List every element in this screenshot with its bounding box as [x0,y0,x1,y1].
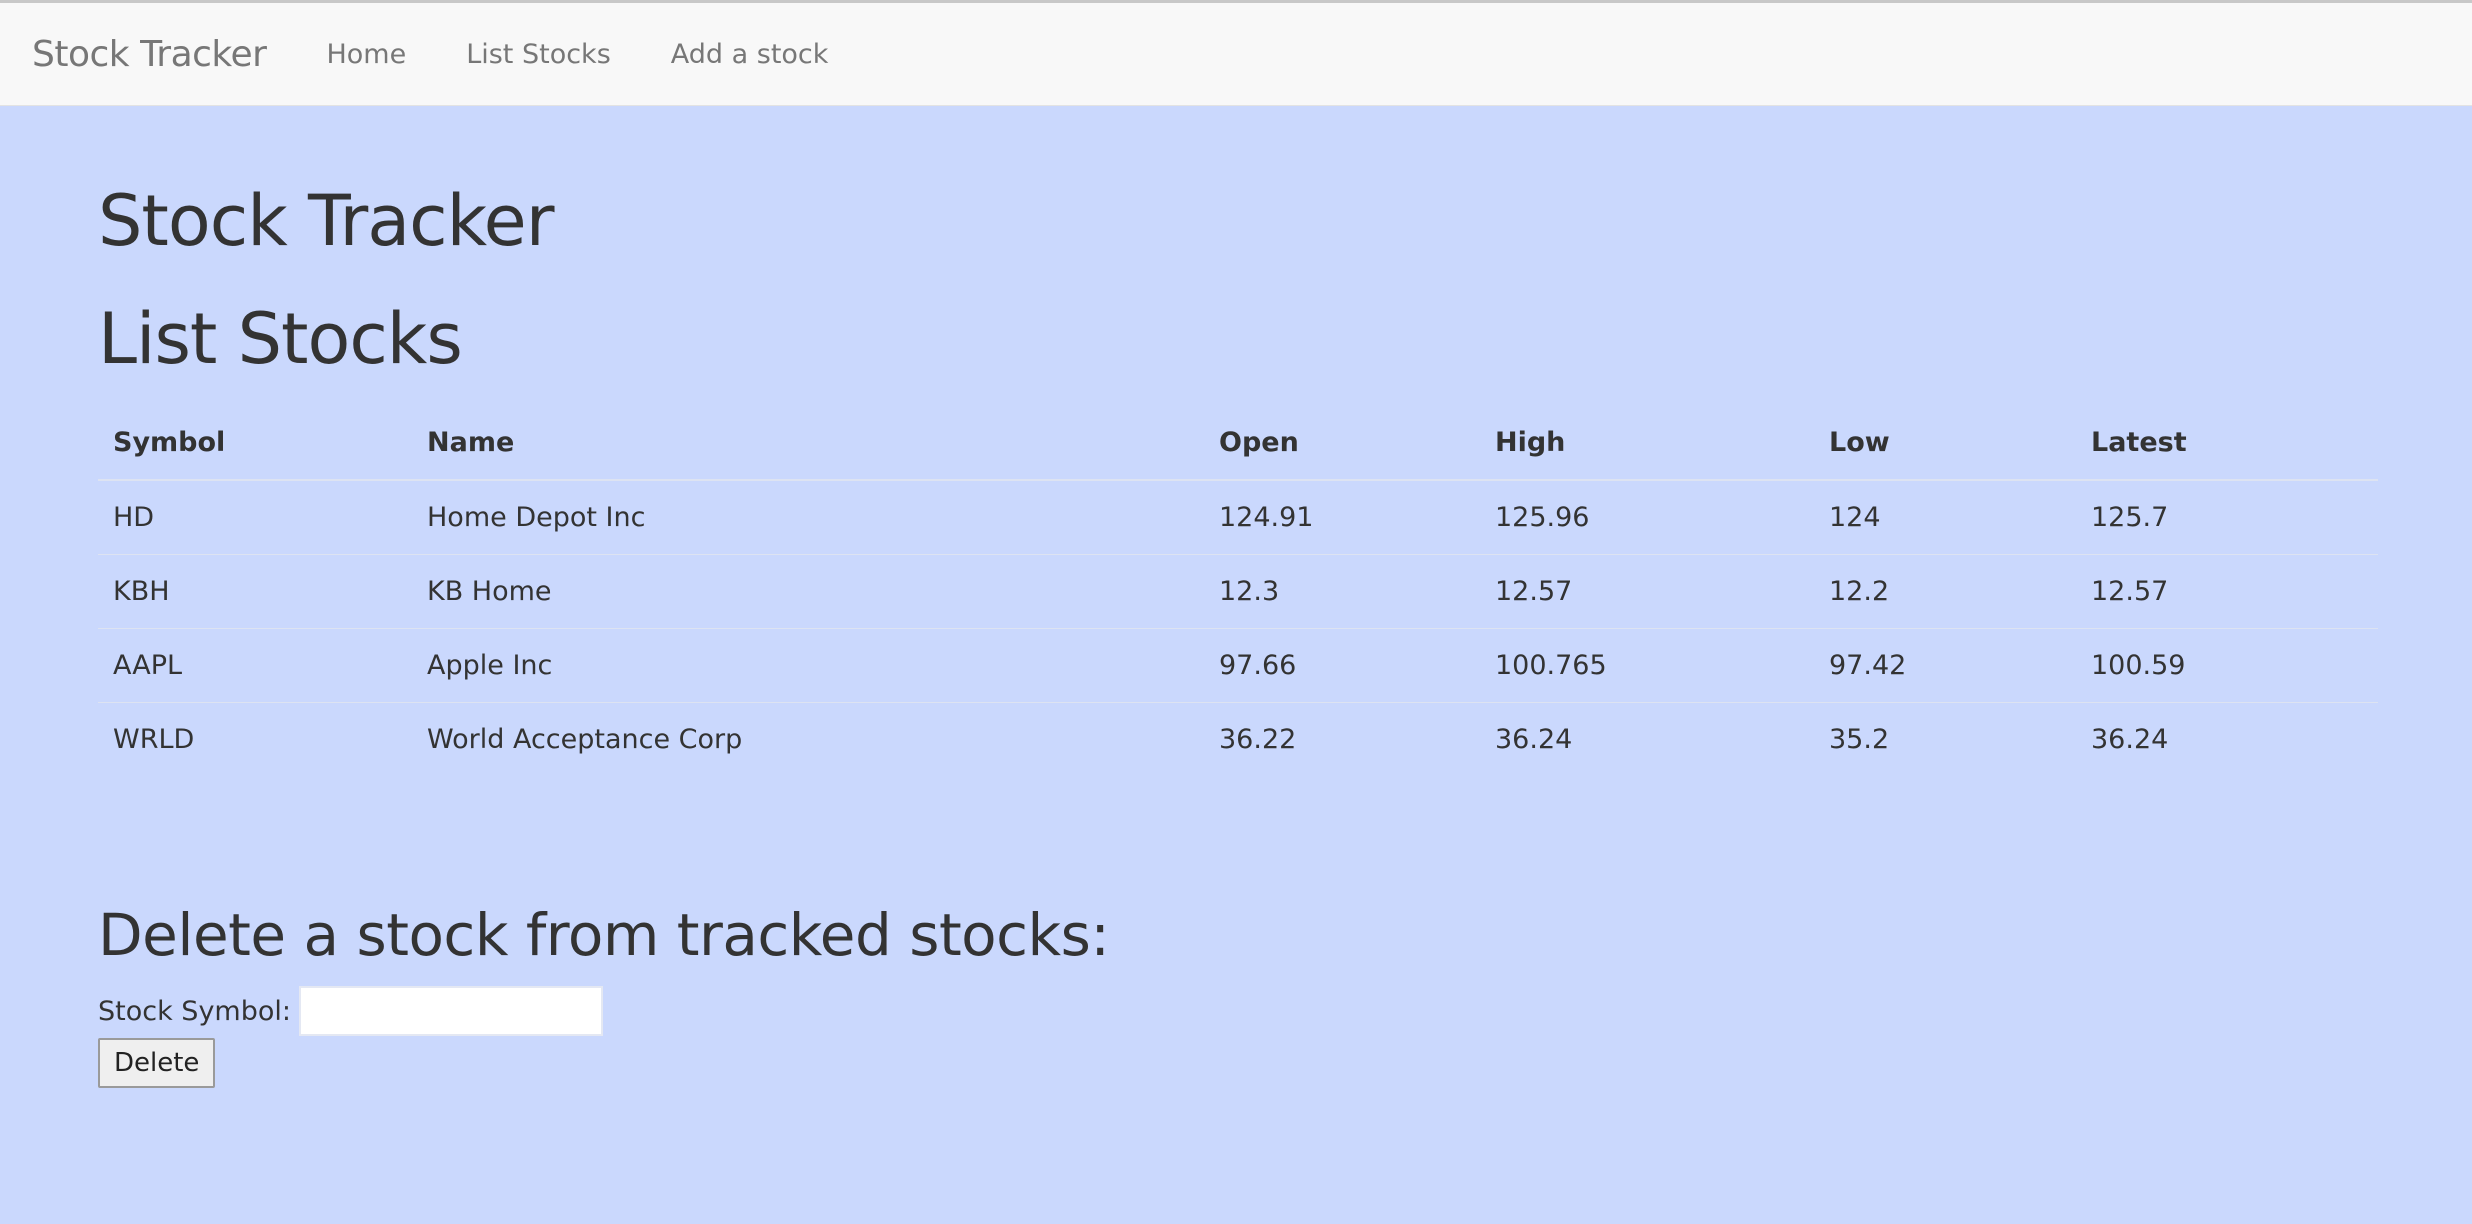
main-content: Stock Tracker List Stocks Symbol Name Op… [98,106,2378,1088]
stock-symbol-label: Stock Symbol: [98,995,291,1027]
cell-open: 12.3 [1204,553,1480,628]
column-header-symbol: Symbol [98,406,412,481]
cell-symbol: AAPL [98,627,412,702]
table-row: HD Home Depot Inc 124.91 125.96 124 125.… [98,480,2378,554]
delete-form-heading: Delete a stock from tracked stocks: [98,901,1110,969]
cell-symbol: HD [113,501,155,533]
cell-open: 36.22 [1204,701,1480,776]
cell-high: 36.24 [1480,701,1814,776]
cell-low: 12.2 [1814,553,2076,628]
cell-latest: 12.57 [2076,553,2378,628]
column-header-latest: Latest [2076,406,2378,481]
table-header-row: Symbol Name Open High Low Latest [98,406,2378,481]
column-header-name: Name [412,406,1204,481]
page-title: List Stocks [98,298,463,380]
delete-form: Stock Symbol: [98,986,2378,1036]
table-row: KBH KB Home 12.3 12.57 12.2 12.57 [98,553,2378,628]
cell-latest: 100.59 [2076,627,2378,702]
cell-latest: 125.7 [2091,501,2169,533]
column-header-high: High [1480,406,1814,481]
cell-name: KB Home [412,553,1204,628]
cell-name: Apple Inc [412,627,1204,702]
nav-link-home[interactable]: Home [326,39,406,70]
table-row: WRLD World Acceptance Corp 36.22 36.24 3… [98,701,2378,776]
cell-name: Home Depot Inc [427,501,646,533]
cell-open: 124.91 [1219,501,1314,533]
nav-links: Home List Stocks Add a stock [296,39,858,70]
table-row: AAPL Apple Inc 97.66 100.765 97.42 100.5… [98,627,2378,702]
cell-open: 97.66 [1204,627,1480,702]
nav-link-list-stocks[interactable]: List Stocks [466,39,611,70]
cell-low: 124 [1829,501,1881,533]
cell-low: 35.2 [1814,701,2076,776]
cell-high: 12.57 [1480,553,1814,628]
navbar: Stock Tracker Home List Stocks Add a sto… [0,0,2472,106]
column-header-low: Low [1814,406,2076,481]
column-header-open: Open [1204,406,1480,481]
cell-name: World Acceptance Corp [412,701,1204,776]
cell-latest: 36.24 [2076,701,2378,776]
stock-symbol-input[interactable] [298,986,603,1036]
site-title: Stock Tracker [98,180,555,262]
stocks-table: Symbol Name Open High Low Latest HD Home… [98,406,2378,776]
nav-link-add-stock[interactable]: Add a stock [671,39,829,70]
cell-high: 100.765 [1480,627,1814,702]
cell-high: 125.96 [1495,501,1590,533]
navbar-brand[interactable]: Stock Tracker [32,34,267,75]
delete-button[interactable]: Delete [98,1038,216,1088]
cell-low: 97.42 [1814,627,2076,702]
cell-symbol: KBH [98,553,412,628]
cell-symbol: WRLD [98,701,412,776]
